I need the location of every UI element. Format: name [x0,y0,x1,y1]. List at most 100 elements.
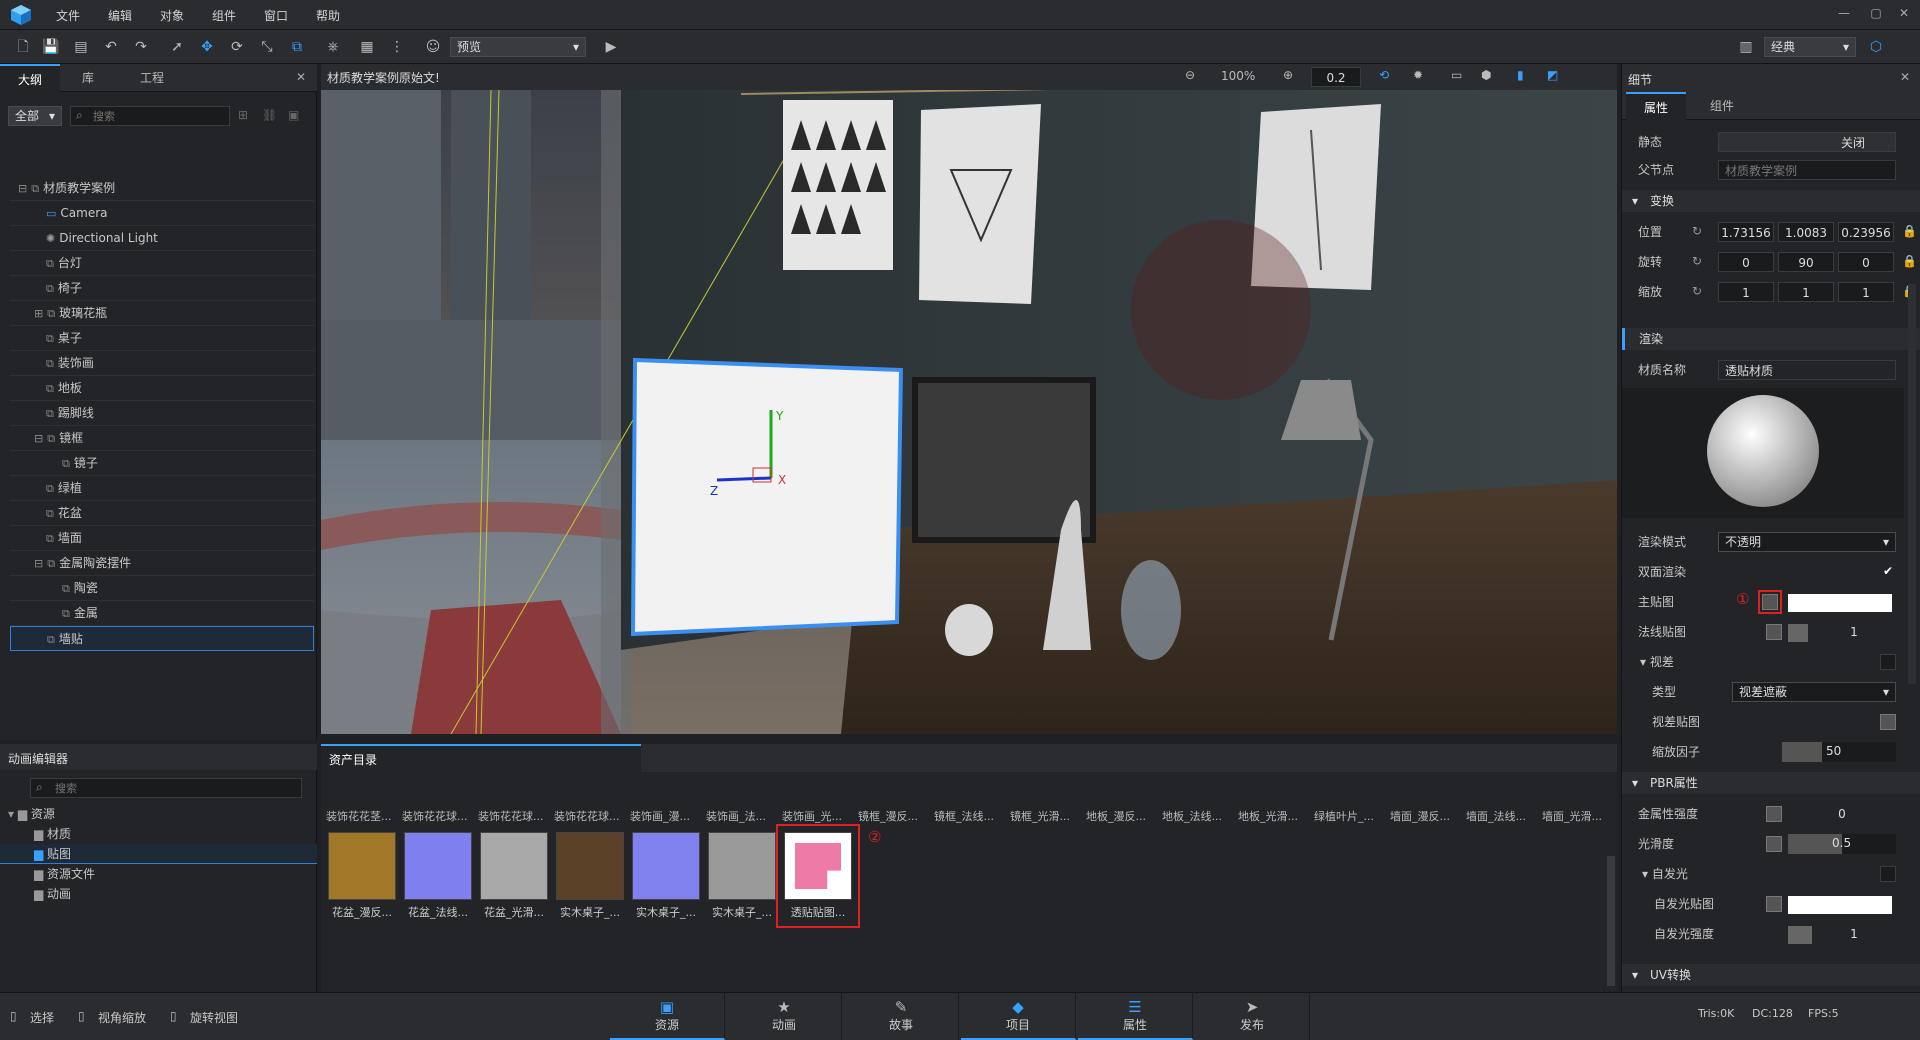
asset-thumbnail[interactable] [556,832,624,900]
outline-tree-item[interactable]: ⧉ 镜子 [10,451,314,476]
close-window-icon[interactable]: ✕ [1894,6,1914,20]
tab-library[interactable]: 库 [60,64,116,92]
tab-outline[interactable]: 大纲 [0,64,60,92]
asset-header-label[interactable]: 地板_漫反... [1086,808,1160,824]
details-scrollbar[interactable] [1908,284,1916,684]
scale-z-field[interactable]: 1 [1838,282,1894,302]
scene-render[interactable]: Y X Z [321,90,1617,734]
metal-map-picker-icon[interactable] [1766,806,1782,822]
emission-strength-swatch[interactable] [1788,926,1812,944]
transform-tool-icon[interactable]: ⧉ [286,36,308,58]
asset-header-label[interactable]: 装饰花花球... [402,808,476,824]
asset-header-label[interactable]: 地板_光滑... [1238,808,1312,824]
asset-header-label[interactable]: 墙面_法线... [1466,808,1540,824]
parallax-toggle-label[interactable]: ▾ 视差 [1640,652,1674,672]
normal-map-swatch[interactable] [1788,624,1808,642]
camera-icon[interactable]: ▭ [1451,68,1462,82]
position-x-field[interactable]: 1.73156 [1718,222,1774,242]
asset-scrollbar[interactable] [1607,856,1615,986]
asset-header-label[interactable]: 墙面_漫反... [1390,808,1464,824]
asset-thumbnail[interactable] [404,832,472,900]
expand-icon[interactable]: ⊞ [34,307,43,320]
close-panel-icon[interactable]: ✕ [1900,70,1910,84]
outline-tree-item[interactable]: ⊞ ⧉ 玻璃花瓶 [10,301,314,326]
asset-thumbnail[interactable] [632,832,700,900]
asset-header-label[interactable]: 装饰花花球... [478,808,552,824]
scale-tool-icon[interactable]: ⤡ [256,36,278,58]
resource-tree-item[interactable]: ▾ ▆ 资源 [0,804,317,824]
new-file-icon[interactable]: 🗋 [12,36,34,58]
material-name-field[interactable]: 透贴材质 [1718,360,1896,380]
collapse-icon[interactable]: ⊟ [34,557,43,570]
rotate-tool-icon[interactable]: ⟳ [226,36,248,58]
asset-header-label[interactable]: 镜框_漫反... [858,808,932,824]
snap-value-field[interactable]: 0.2 [1311,67,1361,87]
asset-header-label[interactable]: 装饰花花球... [554,808,628,824]
save-all-icon[interactable]: ▤ [70,36,92,58]
image-icon[interactable]: ▣ [288,108,299,122]
tab-properties[interactable]: 属性 [1626,92,1686,120]
parallax-checkbox[interactable] [1880,654,1896,670]
reset-position-icon[interactable]: ↻ [1692,224,1702,238]
render-section[interactable]: 渲染 [1622,328,1920,350]
smooth-map-picker-icon[interactable] [1766,836,1782,852]
undo-icon[interactable]: ↶ [100,36,122,58]
resource-tree-item[interactable]: ▆ 材质 [0,824,317,844]
rotation-y-field[interactable]: 90 [1778,252,1834,272]
outline-tree-item[interactable]: ⧉ 绿植 [10,476,314,501]
outline-tree-item[interactable]: ⧉ 地板 [10,376,314,401]
outline-tree-item[interactable]: ⊟ ⧉ 材质教学案例 [10,176,314,201]
menu-edit[interactable]: 编辑 [108,7,132,24]
scale-y-field[interactable]: 1 [1778,282,1834,302]
tab-publish[interactable]: ➤ 发布 [1195,992,1310,1040]
light-icon[interactable]: ✹ [1413,68,1423,82]
camera-person-icon[interactable]: ☺ [422,36,444,58]
normal-strength-field[interactable]: 1 [1812,622,1896,642]
uv-section[interactable]: ▾ UV转换 [1622,964,1920,986]
outline-tree-item[interactable]: ⊟ ⧉ 金属陶瓷摆件 [10,551,314,576]
position-z-field[interactable]: 0.23956 [1838,222,1894,242]
tab-resources[interactable]: ▣ 资源 [610,992,725,1040]
tab-animation[interactable]: ★ 动画 [727,992,842,1040]
minimize-icon[interactable]: — [1834,6,1854,20]
outline-tree-item[interactable]: ⧉ 墙面 [10,526,314,551]
smooth-slider[interactable]: 0.5 [1788,834,1896,854]
grid-view-icon[interactable]: ◩ [1547,68,1558,82]
close-panel-icon[interactable]: ✕ [296,70,306,84]
asset-header-label[interactable]: 装饰画_光... [782,808,856,824]
collapse-icon[interactable]: ⊟ [18,182,27,195]
tab-components[interactable]: 组件 [1690,92,1754,120]
position-y-field[interactable]: 1.0083 [1778,222,1834,242]
asset-header-label[interactable]: 镜框_光滑... [1010,808,1084,824]
play-icon[interactable]: ▶ [600,36,622,58]
menu-component[interactable]: 组件 [212,7,236,24]
asset-header-label[interactable]: 装饰画_漫... [630,808,704,824]
layout-select[interactable]: 经典 ▾ [1764,37,1856,57]
normal-map-picker-icon[interactable] [1766,624,1782,640]
static-toggle[interactable]: 关闭 [1718,132,1896,152]
asset-thumbnail[interactable] [328,832,396,900]
outline-tree-item[interactable]: ⊟ ⧉ 镜框 [10,426,314,451]
resource-search-input[interactable] [55,780,295,796]
ortho-view-icon[interactable]: ▮ [1517,68,1524,82]
outline-tree-item[interactable]: ⧉ 踢脚线 [10,401,314,426]
tab-properties[interactable]: ☰ 属性 [1078,992,1193,1040]
asset-header-label[interactable]: 装饰花花茎... [326,808,400,824]
main-map-picker-icon[interactable] [1762,594,1778,610]
metal-strength-field[interactable]: 0 [1788,804,1896,824]
maximize-icon[interactable]: ▢ [1866,6,1886,20]
collapse-icon[interactable]: ⊟ [34,432,43,445]
resource-tree-item[interactable]: ▆ 资源文件 [0,864,317,884]
select-tool-icon[interactable]: ➚ [166,36,188,58]
outline-filter-select[interactable]: 全部 ▾ [8,106,62,126]
orbit-icon[interactable]: ⟲ [1379,68,1389,82]
tab-project[interactable]: 工程 [120,64,184,92]
snap-grid-icon[interactable]: ⋮ [386,36,408,58]
emission-strength-field[interactable]: 1 [1812,924,1896,944]
outline-tree-item[interactable]: ✺ Directional Light [10,226,314,251]
add-node-icon[interactable]: ⊞ [238,108,248,122]
render-mode-select[interactable]: 不透明 ▾ [1718,532,1896,552]
menu-help[interactable]: 帮助 [316,7,340,24]
asset-thumbnail[interactable] [784,832,852,900]
transform-section[interactable]: ▾ 变换 [1622,190,1920,212]
